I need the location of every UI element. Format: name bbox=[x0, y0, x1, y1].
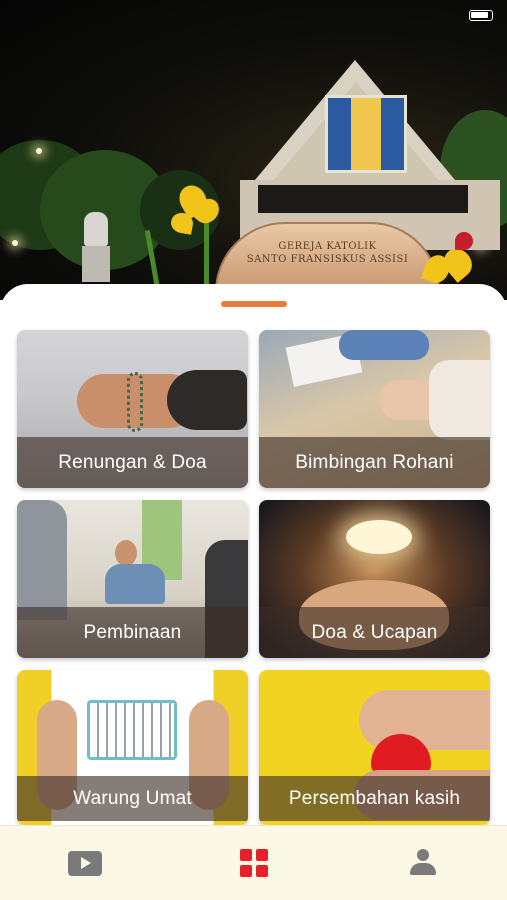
church-sign: GEREJA KATOLIK SANTO FRANSISKUS ASSISI bbox=[215, 222, 440, 292]
menu-sheet: Renungan & Doa Bimbingan Rohani Pembinaa… bbox=[0, 284, 507, 900]
sheet-drag-handle[interactable] bbox=[221, 301, 287, 307]
grid-cell bbox=[255, 849, 268, 861]
seated-man-shirt bbox=[105, 564, 165, 604]
status-right bbox=[463, 9, 493, 21]
grid-cell bbox=[239, 865, 252, 877]
menu-card-label: Pembinaan bbox=[17, 607, 248, 658]
menu-card-persembahan-kasih[interactable]: Persembahan kasih bbox=[259, 670, 490, 825]
light-bulb bbox=[346, 520, 412, 554]
grid-icon bbox=[239, 849, 268, 877]
hero-church-image: GEREJA KATOLIK SANTO FRANSISKUS ASSISI bbox=[0, 0, 507, 300]
menu-card-warung-umat[interactable]: Warung Umat bbox=[17, 670, 248, 825]
standing-person bbox=[17, 500, 67, 620]
stained-glass-window bbox=[325, 95, 407, 173]
hand bbox=[359, 690, 490, 750]
menu-card-label: Bimbingan Rohani bbox=[259, 437, 490, 488]
tab-profile[interactable] bbox=[393, 833, 453, 893]
status-bar bbox=[0, 0, 507, 30]
battery-icon bbox=[469, 9, 493, 21]
menu-card-label: Warung Umat bbox=[17, 776, 248, 821]
church-sign-line-2: SANTO FRANSISKUS ASSISI bbox=[246, 254, 409, 265]
user-icon-body bbox=[409, 863, 436, 875]
menu-card-renungan-doa[interactable]: Renungan & Doa bbox=[17, 330, 248, 488]
statue-pedestal bbox=[82, 246, 110, 282]
sleeve bbox=[167, 370, 247, 430]
user-icon bbox=[409, 849, 436, 877]
person-sweater bbox=[429, 360, 490, 440]
bottom-tab-bar bbox=[0, 825, 507, 900]
statue bbox=[84, 212, 108, 246]
grid-cell bbox=[239, 849, 252, 861]
menu-card-label: Persembahan kasih bbox=[259, 776, 490, 821]
rosary bbox=[127, 372, 143, 432]
street-lamp bbox=[36, 148, 42, 154]
street-lamp bbox=[12, 240, 18, 246]
play-video-icon bbox=[67, 850, 102, 876]
seated-man-head bbox=[115, 540, 137, 566]
menu-card-pembinaan[interactable]: Pembinaan bbox=[17, 500, 248, 658]
tab-menu[interactable] bbox=[224, 833, 284, 893]
menu-card-bimbingan-rohani[interactable]: Bimbingan Rohani bbox=[259, 330, 490, 488]
church-entrance bbox=[258, 185, 468, 213]
sleeve-blue bbox=[339, 330, 429, 360]
church-sign-line-1: GEREJA KATOLIK bbox=[278, 241, 377, 252]
menu-card-label: Doa & Ucapan bbox=[259, 607, 490, 658]
user-icon-head bbox=[416, 849, 429, 861]
tab-video[interactable] bbox=[55, 833, 115, 893]
shopping-cart bbox=[87, 700, 177, 760]
red-flower bbox=[455, 232, 473, 250]
menu-card-label: Renungan & Doa bbox=[17, 437, 248, 488]
menu-card-doa-ucapan[interactable]: Doa & Ucapan bbox=[259, 500, 490, 658]
grid-cell bbox=[255, 865, 268, 877]
